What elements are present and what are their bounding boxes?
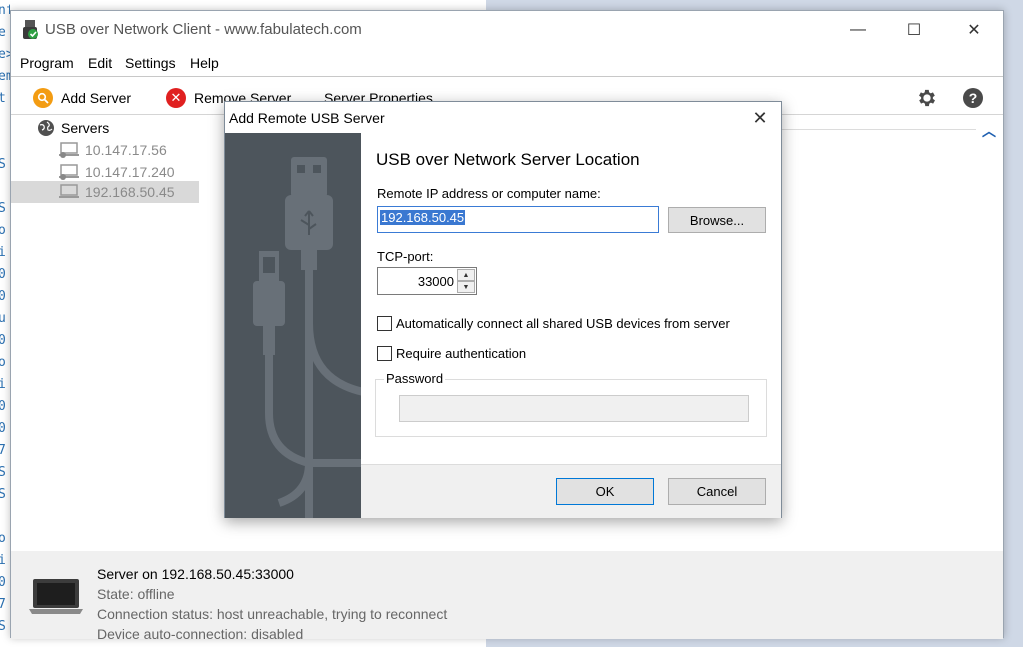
status-auto-connection: Device auto-connection: disabled	[97, 626, 304, 642]
usb-app-icon	[23, 20, 38, 39]
laptop-icon	[29, 579, 83, 614]
auto-connect-row[interactable]: Automatically connect all shared USB dev…	[377, 314, 730, 332]
help-icon[interactable]: ?	[963, 88, 983, 108]
add-server-label: Add Server	[61, 90, 132, 106]
password-group: Password	[375, 371, 767, 437]
server-address: 10.147.17.240	[85, 164, 175, 180]
add-remote-server-dialog: Add Remote USB Server ✕ USB over Network…	[224, 101, 782, 518]
menu-help[interactable]: Help	[190, 55, 219, 71]
tree-server-item[interactable]: 10.147.17.240	[59, 161, 175, 183]
server-offline-icon	[59, 142, 79, 158]
ok-button[interactable]: OK	[556, 478, 654, 505]
laptop-icon	[59, 184, 79, 198]
status-state: State: offline	[97, 586, 175, 602]
require-auth-checkbox[interactable]	[377, 345, 392, 361]
remote-ip-input[interactable]: 192.168.50.45	[377, 206, 659, 233]
menu-bar: Program Edit Settings Help	[11, 51, 1003, 77]
dialog-title-bar[interactable]: Add Remote USB Server ✕	[225, 102, 781, 133]
remove-server-icon: ✕	[166, 88, 186, 108]
background-code: nformatio e e> em t S S o i 0 0 u 0 o i …	[0, 3, 10, 634]
divider	[771, 129, 976, 130]
title-bar[interactable]: USB over Network Client - www.fabulatech…	[11, 11, 1003, 49]
tree-server-item[interactable]: 10.147.17.56	[59, 139, 167, 161]
dialog-close-button[interactable]: ✕	[747, 106, 773, 130]
usb-cable-illustration	[253, 157, 361, 518]
browse-button[interactable]: Browse...	[668, 207, 766, 233]
dialog-title: Add Remote USB Server	[229, 110, 385, 126]
server-tree: Servers 10.147.17.56 10.147.17.240 192.1…	[11, 117, 199, 547]
collapse-up-icon[interactable]: ︿	[982, 121, 996, 141]
tcp-port-input[interactable]: 33000 ▲ ▼	[377, 267, 477, 295]
add-server-icon	[33, 88, 53, 108]
server-address: 192.168.50.45	[85, 184, 175, 200]
server-status-panel: Server on 192.168.50.45:33000 State: off…	[11, 551, 1003, 642]
minimize-button[interactable]: —	[835, 11, 881, 49]
dialog-content: USB over Network Server Location Remote …	[361, 133, 781, 464]
window-title: USB over Network Client - www.fabulatech…	[45, 21, 362, 38]
globe-icon	[38, 120, 54, 136]
server-address: 10.147.17.56	[85, 142, 167, 158]
require-auth-label: Require authentication	[396, 345, 527, 361]
tree-root-servers[interactable]: Servers	[37, 117, 109, 139]
dialog-heading: USB over Network Server Location	[376, 150, 640, 169]
dialog-illustration	[225, 133, 361, 518]
close-button[interactable]: ✕	[951, 11, 997, 49]
tree-root-label: Servers	[61, 120, 110, 136]
status-connection: Connection status: host unreachable, try…	[97, 606, 448, 622]
spin-down-button[interactable]: ▼	[457, 281, 475, 293]
menu-settings[interactable]: Settings	[125, 55, 176, 71]
add-server-button[interactable]: Add Server	[33, 87, 131, 109]
tree-server-item-selected[interactable]: 192.168.50.45	[59, 181, 175, 203]
background-editor: nformatio e e> em t S S o i 0 0 u 0 o i …	[0, 0, 10, 647]
auto-connect-label: Automatically connect all shared USB dev…	[396, 315, 730, 331]
spin-up-button[interactable]: ▲	[457, 269, 475, 281]
ip-value: 192.168.50.45	[380, 210, 466, 225]
cancel-button[interactable]: Cancel	[668, 478, 766, 505]
gear-icon[interactable]	[916, 87, 938, 109]
auto-connect-checkbox[interactable]	[377, 315, 392, 331]
password-label: Password	[384, 371, 446, 386]
maximize-button[interactable]: ☐	[891, 11, 937, 49]
menu-program[interactable]: Program	[20, 55, 74, 71]
port-value: 33000	[417, 274, 454, 289]
password-input[interactable]	[399, 395, 749, 422]
tcp-port-label: TCP-port:	[377, 249, 434, 264]
dialog-footer: OK Cancel	[361, 464, 781, 518]
require-auth-row[interactable]: Require authentication	[377, 344, 526, 362]
menu-edit[interactable]: Edit	[88, 55, 112, 71]
ip-label: Remote IP address or computer name:	[377, 186, 601, 201]
status-title: Server on 192.168.50.45:33000	[97, 566, 294, 582]
server-offline-icon	[59, 164, 79, 180]
